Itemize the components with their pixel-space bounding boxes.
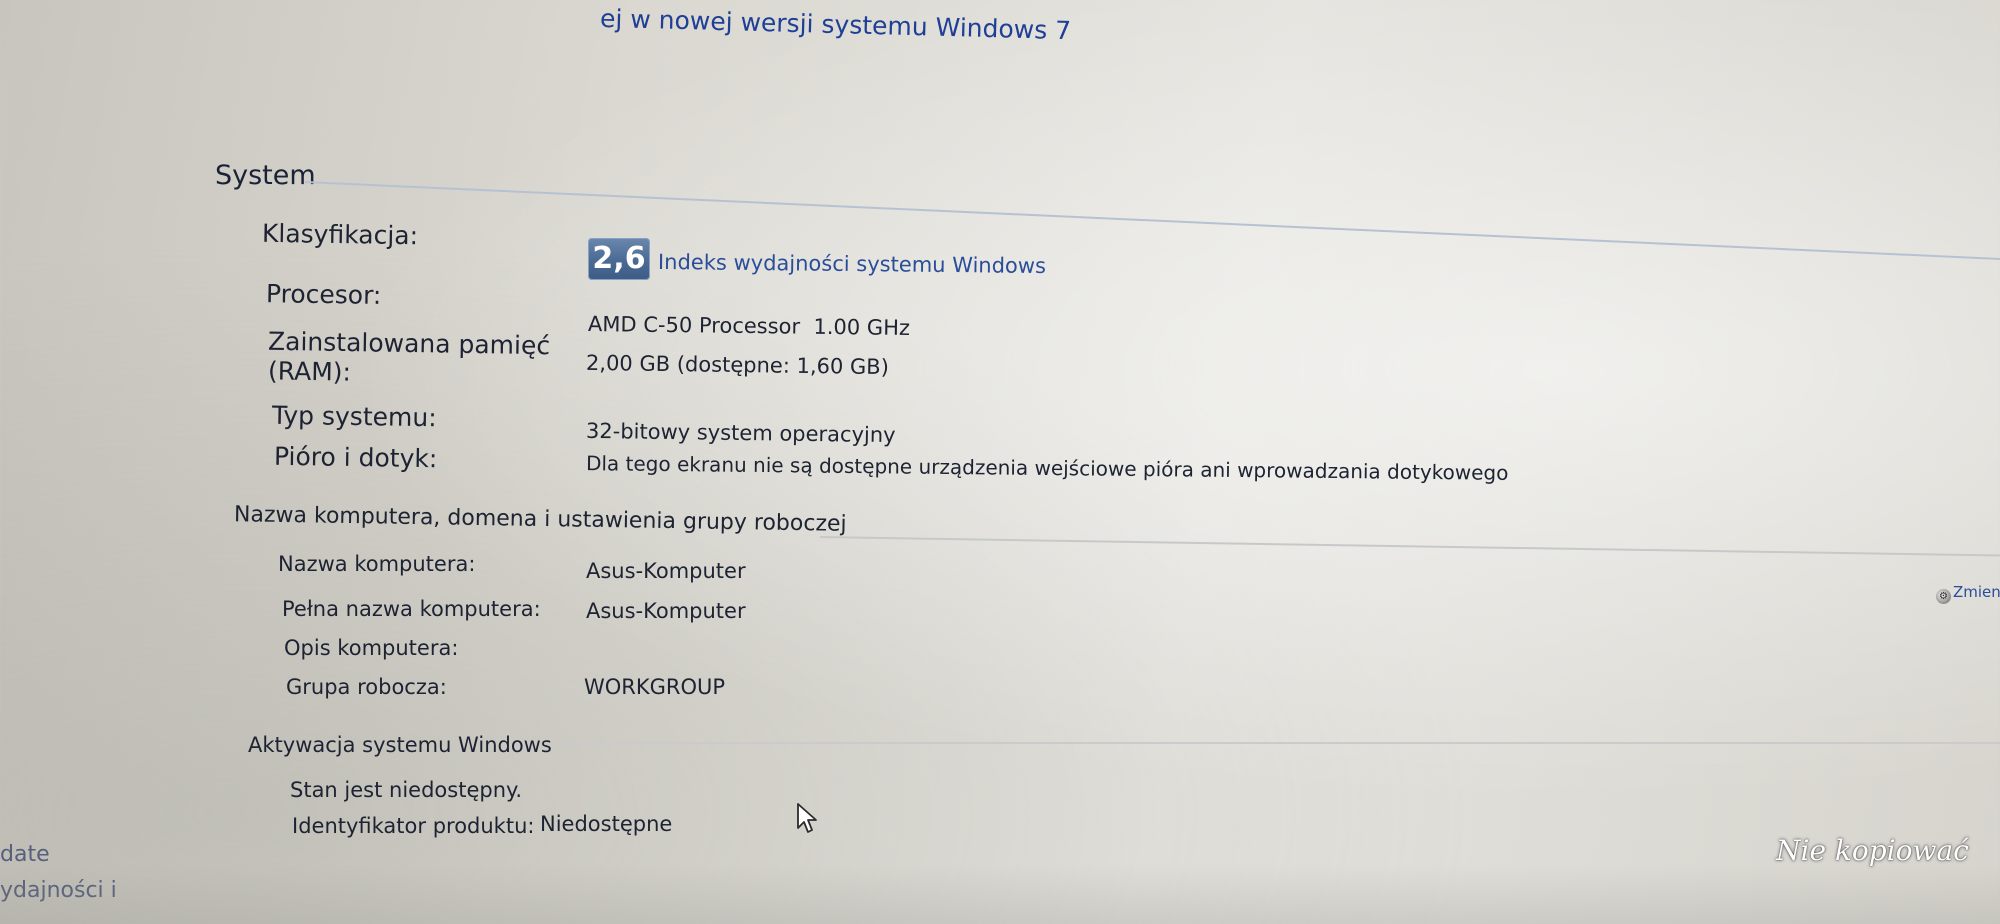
activation-status: Stan jest niedostępny. (290, 778, 523, 802)
change-settings-link[interactable]: ⚙ Zmien (1936, 583, 2000, 604)
section-title-system: System (215, 160, 316, 191)
mouse-pointer-icon (796, 802, 822, 840)
ram-label-line1: Zainstalowana pamięć (267, 326, 551, 361)
windows-upgrade-link[interactable]: ej w nowej wersji systemu Windows 7 (600, 4, 1072, 45)
computer-name-value: Asus-Komputer (586, 559, 746, 583)
system-type-label: Typ systemu: (271, 400, 437, 433)
pen-touch-label: Pióro i dotyk: (273, 441, 438, 474)
product-id-label: Identyfikator produktu: (292, 814, 535, 838)
ram-value: 2,00 GB (dostępne: 1,60 GB) (585, 350, 890, 380)
processor-label: Procesor: (265, 279, 382, 310)
wei-score-badge[interactable]: 2,6 (588, 238, 650, 280)
product-id-value: Niedostępne (540, 812, 673, 836)
sidebar-item-update[interactable]: date (0, 842, 50, 867)
wei-link[interactable]: Indeks wydajności systemu Windows (658, 250, 1046, 278)
change-settings-label: Zmien (1953, 583, 2000, 601)
full-name-label: Pełna nazwa komputera: (282, 597, 541, 621)
pen-touch-value: Dla tego ekranu nie są dostępne urządzen… (585, 451, 1509, 485)
system-type-value: 32-bitowy system operacyjny (585, 418, 896, 448)
section-title-computer: Nazwa komputera, domena i ustawienia gru… (233, 502, 847, 537)
section-divider-system (304, 181, 2000, 261)
shield-icon: ⚙ (1936, 589, 1951, 604)
section-divider-computer (819, 536, 2000, 557)
computer-description-label: Opis komputera: (284, 636, 459, 660)
processor-value: AMD C-50 Processor 1.00 GHz (587, 312, 911, 340)
sidebar-item-performance[interactable]: ydajności i (0, 878, 117, 903)
section-divider-activation (560, 742, 2000, 744)
workgroup-label: Grupa robocza: (286, 675, 447, 699)
workgroup-value: WORKGROUP (584, 675, 726, 699)
ram-label-line2: (RAM): (267, 356, 352, 387)
rating-label: Klasyfikacja: (261, 218, 419, 251)
full-name-value: Asus-Komputer (586, 599, 746, 623)
watermark-text: Nie kopiować (1776, 834, 1969, 867)
computer-name-label: Nazwa komputera: (278, 552, 476, 576)
bottom-shade (0, 864, 2000, 924)
section-title-activation: Aktywacja systemu Windows (248, 733, 552, 757)
